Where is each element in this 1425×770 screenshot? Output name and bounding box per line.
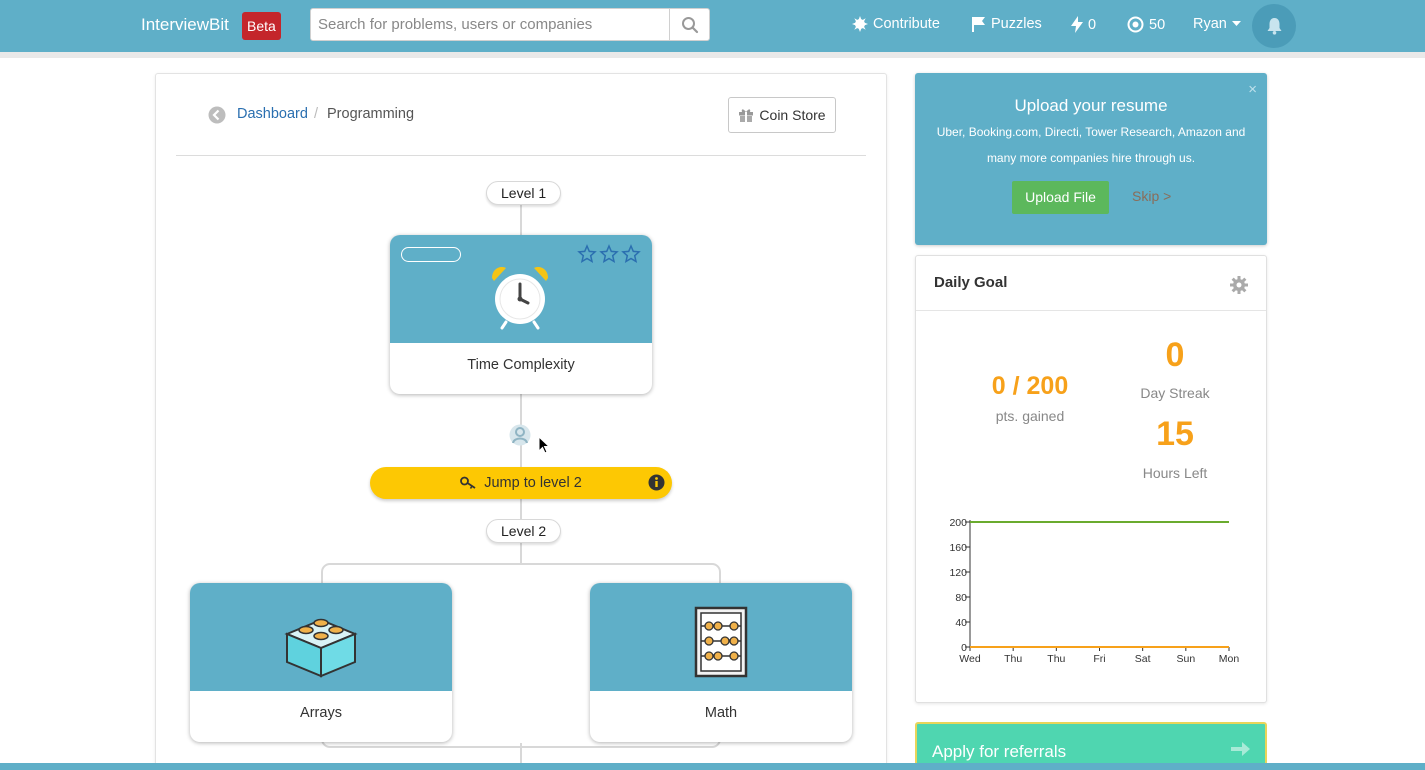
breadcrumb-current: Programming: [327, 106, 415, 122]
user-menu[interactable]: Ryan: [1193, 16, 1241, 32]
bell-icon: [1267, 18, 1281, 35]
points-gained-label: pts. gained: [995, 408, 1065, 424]
beta-badge: Beta: [242, 12, 281, 40]
card-label: Arrays: [300, 705, 342, 721]
x-tick-label: Mon: [1219, 653, 1240, 665]
y-tick-label: 160: [949, 542, 967, 554]
upload-resume-card: Upload your resume Uber, Booking.com, Di…: [915, 73, 1267, 245]
mouse-cursor-icon: [538, 436, 550, 454]
connector-line: [520, 499, 522, 521]
day-streak-value: 0: [1165, 336, 1185, 374]
gift-icon: [739, 109, 754, 122]
puzzles-label: Puzzles: [991, 16, 1042, 32]
top-navbar: InterviewBit Beta Contribute Puzzles 0 5…: [0, 0, 1425, 52]
info-icon[interactable]: [648, 474, 665, 491]
connector-line: [520, 205, 522, 237]
breadcrumb-dashboard-link[interactable]: Dashboard: [237, 106, 308, 122]
abacus-icon: [694, 606, 748, 678]
flag-icon: [972, 17, 985, 32]
jump-button-label: Jump to level 2: [484, 475, 582, 491]
level-2-pill: Level 2: [486, 519, 562, 543]
navbar-shadow-divider: [0, 52, 1425, 58]
points-gained-value: 0 / 200: [991, 372, 1069, 400]
brand-logo[interactable]: InterviewBit: [141, 15, 229, 35]
back-arrow-icon[interactable]: [208, 106, 226, 124]
bottom-bar: [0, 763, 1425, 770]
y-tick-label: 120: [949, 567, 967, 579]
resume-title: Upload your resume: [1014, 96, 1168, 115]
resume-subtitle: Uber, Booking.com, Directi, Tower Resear…: [936, 125, 1246, 165]
alarm-clock-icon: [492, 267, 548, 330]
referral-label: Apply for referrals: [932, 742, 1067, 761]
hours-left-label: Hours Left: [1142, 465, 1208, 481]
daily-points-chart: 04080120160200Wed Thu Thu Fri Sat Sun Mon: [949, 517, 1240, 665]
y-tick-label: 200: [949, 517, 967, 529]
search-button[interactable]: [669, 8, 710, 41]
gear-icon[interactable]: [1230, 276, 1248, 294]
jump-to-level-button[interactable]: Jump to level 2: [370, 467, 672, 499]
skip-link[interactable]: Skip >: [1132, 188, 1171, 204]
y-tick-label: 80: [955, 592, 967, 604]
daily-goal-title: Daily Goal: [934, 274, 1008, 291]
x-tick-label: Thu: [1004, 653, 1022, 665]
x-tick-label: Thu: [1047, 653, 1065, 665]
breadcrumb-separator: /: [314, 106, 319, 122]
gear-burst-icon: [852, 16, 868, 32]
level-1-pill: Level 1: [486, 181, 562, 205]
arrow-right-icon: [1231, 742, 1250, 756]
panel-divider: [176, 155, 866, 156]
coins-count: 50: [1149, 16, 1166, 33]
topic-card-arrays[interactable]: Arrays: [190, 583, 452, 742]
coin-store-button[interactable]: Coin Store: [728, 97, 836, 133]
connector-line: [520, 543, 522, 565]
progress-pill: [401, 247, 461, 262]
x-tick-label: Wed: [959, 653, 981, 665]
coin-store-label: Coin Store: [759, 107, 826, 123]
contribute-link[interactable]: Contribute: [852, 16, 940, 32]
caret-down-icon: [1231, 21, 1241, 26]
topic-card-time-complexity[interactable]: Time Complexity: [390, 235, 652, 394]
contribute-label: Contribute: [873, 16, 940, 32]
x-tick-label: Fri: [1093, 653, 1105, 665]
x-tick-label: Sat: [1135, 653, 1151, 665]
user-name: Ryan: [1193, 16, 1227, 32]
daily-goal-header: Daily Goal: [916, 256, 1266, 311]
streak-count: 0: [1088, 16, 1097, 33]
hours-left-value: 15: [1156, 415, 1194, 453]
coins-counter[interactable]: 50: [1127, 16, 1165, 33]
lego-brick-icon: [284, 618, 358, 678]
x-tick-label: Sun: [1176, 653, 1195, 665]
streak-counter[interactable]: 0: [1071, 16, 1096, 33]
card-label: Math: [704, 705, 738, 721]
card-label: Time Complexity: [467, 357, 575, 373]
lightning-icon: [1071, 16, 1083, 33]
puzzles-link[interactable]: Puzzles: [971, 16, 1042, 32]
star-rating-icon: [577, 244, 641, 264]
notifications-button[interactable]: [1252, 4, 1296, 48]
search-icon: [681, 16, 698, 33]
day-streak-label: Day Streak: [1140, 385, 1210, 401]
y-tick-label: 40: [955, 617, 967, 629]
search-input[interactable]: [310, 8, 670, 41]
topic-card-math[interactable]: Math: [590, 583, 852, 742]
coin-icon: [1127, 16, 1144, 33]
locked-user-badge-icon: [509, 424, 531, 446]
upload-file-button[interactable]: Upload File: [1012, 181, 1109, 214]
key-icon: [460, 476, 476, 489]
close-icon[interactable]: ×: [1248, 81, 1257, 98]
